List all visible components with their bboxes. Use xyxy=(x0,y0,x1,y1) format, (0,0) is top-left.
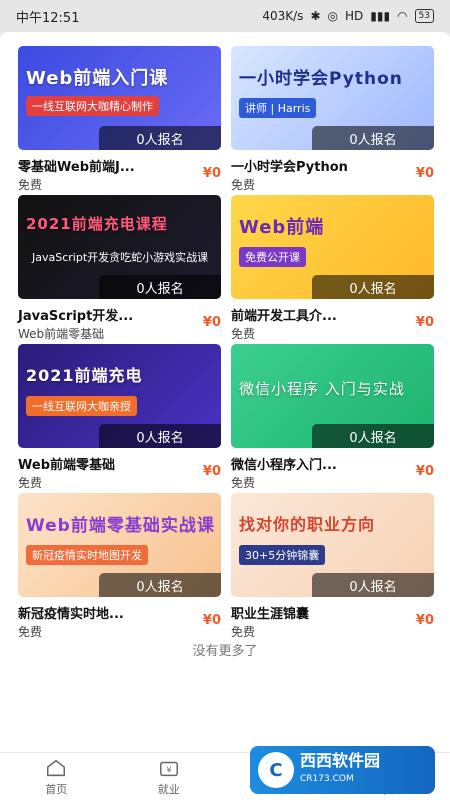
course-grid: Web前端入门课 一线互联网大咖精心制作 0人报名 零基础Web前端J... 免… xyxy=(18,46,434,642)
tab-home[interactable]: 首页 xyxy=(0,753,113,800)
course-card[interactable]: 2021前端充电 一线互联网大咖亲授 0人报名 Web前端零基础 免费 ¥0 xyxy=(18,344,221,493)
thumbnail-title: 一小时学会Python xyxy=(239,69,403,89)
course-price: ¥0 xyxy=(415,464,434,479)
course-card[interactable]: 微信小程序 入门与实战 0人报名 微信小程序入门... 免费 ¥0 xyxy=(231,344,434,493)
no-more-text: 没有更多了 xyxy=(192,644,258,659)
course-price: ¥0 xyxy=(415,613,434,628)
watermark-text: 西西软件园 CR173.COM xyxy=(300,752,380,788)
watermark-url: CR173.COM xyxy=(300,774,354,784)
thumbnail-title: Web前端入门课 xyxy=(26,68,169,89)
svg-text:¥: ¥ xyxy=(166,765,171,775)
status-time: 中午12:51 xyxy=(16,10,80,26)
thumbnail-subtitle: JavaScript开发贪吃蛇小游戏实战课 xyxy=(32,251,209,264)
status-icons: 403K/s ✱ ◎ HD ▮▮▮ ◠ 53 xyxy=(262,9,434,23)
status-bar: 中午12:51 403K/s ✱ ◎ HD ▮▮▮ ◠ 53 xyxy=(0,0,450,32)
course-thumbnail[interactable]: 2021前端充电课程 JavaScript开发贪吃蛇小游戏实战课 0人报名 xyxy=(18,195,221,299)
course-price: ¥0 xyxy=(202,613,221,628)
thumbnail-subtitle: 一线互联网大咖精心制作 xyxy=(26,96,159,116)
tab-label: 首页 xyxy=(45,783,68,796)
course-name[interactable]: JavaScript开发... xyxy=(18,305,133,324)
course-card[interactable]: Web前端入门课 一线互联网大咖精心制作 0人报名 零基础Web前端J... 免… xyxy=(18,46,221,195)
enroll-count: 0人报名 xyxy=(99,573,221,597)
course-price: ¥0 xyxy=(202,464,221,479)
thumbnail-subtitle: 30+5分钟锦囊 xyxy=(239,545,326,565)
thumbnail-subtitle: 讲师 | Harris xyxy=(239,98,317,118)
course-price: ¥0 xyxy=(415,315,434,330)
course-name[interactable]: Web前端零基础 xyxy=(18,454,115,473)
signal-icon: ▮▮▮ xyxy=(370,9,391,23)
course-name[interactable]: 前端开发工具介... xyxy=(231,305,337,324)
course-tag: 免费 xyxy=(231,625,256,639)
course-thumbnail[interactable]: Web前端入门课 一线互联网大咖精心制作 0人报名 xyxy=(18,46,221,150)
tab-jobs[interactable]: ¥ 就业 xyxy=(113,753,226,800)
alarm-icon: ◎ xyxy=(327,9,338,23)
thumbnail-title: 2021前端充电 xyxy=(26,366,143,385)
thumbnail-subtitle: 免费公开课 xyxy=(239,247,306,267)
course-tag: 免费 xyxy=(231,476,256,490)
thumbnail-subtitle: 一线互联网大咖亲授 xyxy=(26,396,137,416)
course-card[interactable]: Web前端零基础实战课 新冠疫情实时地图开发 0人报名 新冠疫情实时地... 免… xyxy=(18,493,221,642)
enroll-count: 0人报名 xyxy=(99,275,221,299)
enroll-count: 0人报名 xyxy=(312,126,434,150)
watermark-name: 西西软件园 xyxy=(300,751,381,770)
course-thumbnail[interactable]: 微信小程序 入门与实战 0人报名 xyxy=(231,344,434,448)
enroll-count: 0人报名 xyxy=(312,424,434,448)
battery-icon: 53 xyxy=(414,9,434,23)
course-tag: 免费 xyxy=(18,476,43,490)
course-name[interactable]: 新冠疫情实时地... xyxy=(18,603,124,622)
thumbnail-title: 2021前端充电课程 xyxy=(26,215,168,233)
thumbnail-title: Web前端零基础实战课 xyxy=(26,516,215,536)
course-name[interactable]: 零基础Web前端J... xyxy=(18,156,135,175)
wallet-icon: ¥ xyxy=(159,761,178,777)
thumbnail-subtitle: 新冠疫情实时地图开发 xyxy=(26,545,148,565)
enroll-count: 0人报名 xyxy=(312,275,434,299)
course-card[interactable]: 找对你的职业方向 30+5分钟锦囊 0人报名 职业生涯锦囊 免费 ¥0 xyxy=(231,493,434,642)
watermark-logo: C xyxy=(258,752,294,788)
course-name[interactable]: 微信小程序入门... xyxy=(231,454,337,473)
course-thumbnail[interactable]: 找对你的职业方向 30+5分钟锦囊 0人报名 xyxy=(231,493,434,597)
course-list-page: Web前端入门课 一线互联网大咖精心制作 0人报名 零基础Web前端J... 免… xyxy=(0,32,450,752)
site-watermark: C 西西软件园 CR173.COM xyxy=(250,746,435,794)
course-tag: 免费 xyxy=(231,327,256,341)
course-tag: 免费 xyxy=(18,625,43,639)
course-tag: 免费 xyxy=(231,178,256,192)
course-thumbnail[interactable]: Web前端 免费公开课 0人报名 xyxy=(231,195,434,299)
course-card[interactable]: 2021前端充电课程 JavaScript开发贪吃蛇小游戏实战课 0人报名 Ja… xyxy=(18,195,221,344)
network-speed: 403K/s xyxy=(262,9,304,23)
thumbnail-title: 微信小程序 入门与实战 xyxy=(239,380,405,398)
course-tag: 免费 xyxy=(18,178,43,192)
thumbnail-title: Web前端 xyxy=(239,217,325,238)
course-name[interactable]: 职业生涯锦囊 xyxy=(231,603,309,622)
tab-label: 就业 xyxy=(157,783,180,796)
bluetooth-icon: ✱ xyxy=(310,9,321,23)
home-icon xyxy=(47,759,66,777)
course-thumbnail[interactable]: 一小时学会Python 讲师 | Harris 0人报名 xyxy=(231,46,434,150)
course-thumbnail[interactable]: Web前端零基础实战课 新冠疫情实时地图开发 0人报名 xyxy=(18,493,221,597)
enroll-count: 0人报名 xyxy=(312,573,434,597)
wifi-icon: ◠ xyxy=(397,9,408,23)
course-card[interactable]: Web前端 免费公开课 0人报名 前端开发工具介... 免费 ¥0 xyxy=(231,195,434,344)
course-name[interactable]: 一小时学会Python xyxy=(231,156,348,175)
thumbnail-title: 找对你的职业方向 xyxy=(239,515,376,534)
course-price: ¥0 xyxy=(202,166,221,181)
course-tag: Web前端零基础 xyxy=(18,327,105,341)
enroll-count: 0人报名 xyxy=(99,126,221,150)
enroll-count: 0人报名 xyxy=(99,424,221,448)
signal-hd-label: HD xyxy=(344,9,364,23)
course-price: ¥0 xyxy=(415,166,434,181)
course-card[interactable]: 一小时学会Python 讲师 | Harris 0人报名 一小时学会Python… xyxy=(231,46,434,195)
course-thumbnail[interactable]: 2021前端充电 一线互联网大咖亲授 0人报名 xyxy=(18,344,221,448)
course-price: ¥0 xyxy=(202,315,221,330)
